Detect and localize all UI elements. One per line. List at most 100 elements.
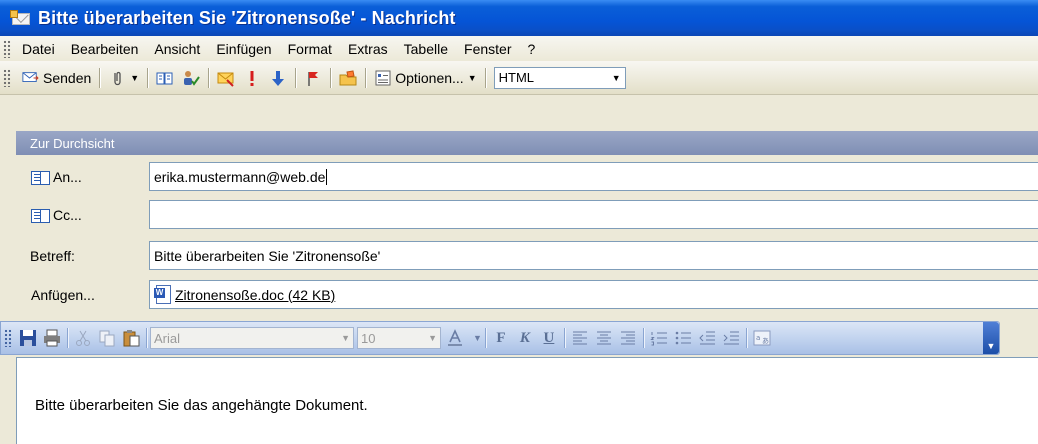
toolbar-grip-icon[interactable] bbox=[4, 329, 12, 347]
address-book-button[interactable] bbox=[152, 66, 178, 90]
language-button[interactable]: aあ bbox=[750, 326, 774, 350]
toolbar-grip-icon[interactable] bbox=[3, 39, 11, 58]
address-book-icon bbox=[31, 170, 50, 185]
check-names-button[interactable] bbox=[178, 66, 204, 90]
align-right-icon bbox=[620, 331, 635, 345]
italic-icon: K bbox=[519, 329, 530, 346]
chevron-down-icon[interactable]: ▼ bbox=[468, 73, 477, 83]
to-button[interactable]: An... bbox=[16, 163, 148, 191]
cut-button[interactable] bbox=[71, 326, 95, 350]
attach-file-button[interactable]: ▼ bbox=[104, 66, 143, 90]
attach-button[interactable]: Anfügen... bbox=[16, 281, 148, 309]
numbering-button[interactable] bbox=[647, 326, 671, 350]
send-button[interactable]: Senden bbox=[15, 66, 95, 90]
importance-high-button[interactable] bbox=[239, 66, 265, 90]
attachment-field: W Zitronensoße.doc (42 KB) bbox=[149, 280, 1038, 309]
menu-einfuegen[interactable]: Einfügen bbox=[209, 39, 278, 59]
to-field[interactable]: erika.mustermann@web.de bbox=[149, 162, 1038, 191]
menu-datei[interactable]: Datei bbox=[15, 39, 62, 59]
paste-button[interactable] bbox=[119, 326, 143, 350]
attachment-link[interactable]: Zitronensoße.doc (42 KB) bbox=[175, 287, 335, 303]
cc-field[interactable] bbox=[149, 200, 1038, 229]
header-spacer bbox=[16, 95, 1038, 131]
menu-extras[interactable]: Extras bbox=[341, 39, 395, 59]
save-button[interactable] bbox=[16, 326, 40, 350]
toolbar-overflow-button[interactable]: ▼ bbox=[983, 322, 999, 354]
follow-up-flag-button[interactable] bbox=[300, 66, 326, 90]
word-document-icon: W bbox=[154, 284, 172, 305]
menu-help[interactable]: ? bbox=[520, 39, 542, 59]
menu-bearbeiten[interactable]: Bearbeiten bbox=[64, 39, 146, 59]
address-book-icon bbox=[31, 208, 50, 223]
chevron-down-icon[interactable]: ▼ bbox=[473, 333, 482, 343]
copy-button[interactable] bbox=[95, 326, 119, 350]
chevron-down-icon[interactable]: ▼ bbox=[428, 333, 437, 343]
toolbar-separator bbox=[484, 328, 486, 348]
font-color-button[interactable] bbox=[441, 326, 469, 350]
mail-envelope-icon bbox=[10, 10, 32, 26]
toolbar-separator bbox=[295, 67, 297, 88]
toolbar-separator bbox=[365, 67, 367, 88]
printer-icon bbox=[44, 329, 60, 347]
check-names-icon bbox=[184, 70, 201, 86]
menu-ansicht[interactable]: Ansicht bbox=[147, 39, 207, 59]
text-cursor bbox=[326, 168, 328, 185]
toolbar-separator bbox=[745, 328, 747, 348]
font-family-select[interactable]: Arial ▼ bbox=[150, 327, 354, 349]
bold-button[interactable]: F bbox=[489, 326, 513, 350]
align-center-button[interactable] bbox=[592, 326, 616, 350]
exclamation-icon bbox=[250, 70, 254, 86]
message-format-select[interactable]: HTML ▼ bbox=[493, 66, 626, 89]
font-size-select[interactable]: 10 ▼ bbox=[357, 327, 441, 349]
numbered-list-icon bbox=[650, 332, 667, 346]
print-button[interactable] bbox=[40, 326, 64, 350]
toolbar-separator bbox=[642, 328, 644, 348]
options-label: Optionen... bbox=[395, 69, 464, 86]
align-left-button[interactable] bbox=[568, 326, 592, 350]
italic-button[interactable]: K bbox=[513, 326, 537, 350]
flag-info-text: Zur Durchsicht bbox=[30, 135, 115, 151]
underline-button[interactable]: U bbox=[537, 326, 561, 350]
font-family-value: Arial bbox=[154, 330, 181, 346]
toolbar-separator bbox=[484, 67, 486, 88]
chevron-down-icon[interactable]: ▼ bbox=[612, 73, 621, 83]
send-label: Senden bbox=[43, 69, 92, 86]
importance-low-button[interactable] bbox=[265, 66, 291, 90]
options-button[interactable]: Optionen... ▼ bbox=[370, 66, 480, 90]
flag-icon bbox=[308, 71, 319, 86]
menu-tabelle[interactable]: Tabelle bbox=[397, 39, 455, 59]
message-body-editor[interactable]: Bitte überarbeiten Sie das angehängte Do… bbox=[16, 357, 1038, 444]
toolbar-grip-icon[interactable] bbox=[3, 68, 11, 87]
font-color-icon bbox=[448, 329, 462, 346]
chevron-down-icon[interactable]: ▼ bbox=[341, 333, 350, 343]
bullets-button[interactable] bbox=[671, 326, 695, 350]
toolbar-separator bbox=[146, 328, 147, 348]
menu-fenster[interactable]: Fenster bbox=[457, 39, 518, 59]
decrease-indent-icon bbox=[699, 331, 715, 345]
chevron-down-icon[interactable]: ▼ bbox=[130, 73, 139, 83]
align-left-icon bbox=[572, 331, 587, 345]
copy-icon bbox=[99, 330, 115, 347]
title-bar: Bitte überarbeiten Sie 'Zitronensoße' - … bbox=[0, 0, 1038, 36]
cc-button[interactable]: Cc... bbox=[16, 201, 148, 229]
standard-toolbar: Senden ▼ Optionen... ▼ HTML ▼ bbox=[0, 61, 1038, 95]
message-format-value: HTML bbox=[498, 70, 535, 85]
align-right-button[interactable] bbox=[616, 326, 640, 350]
to-row: An... erika.mustermann@web.de bbox=[16, 162, 1038, 192]
font-size-value: 10 bbox=[361, 330, 376, 346]
subject-label: Betreff: bbox=[30, 248, 75, 264]
formatting-toolbar: Arial ▼ 10 ▼ ▼ F K U aあ ▼ bbox=[0, 321, 1000, 355]
subject-value: Bitte überarbeiten Sie 'Zitronensoße' bbox=[154, 247, 381, 264]
increase-indent-button[interactable] bbox=[719, 326, 743, 350]
arrow-down-icon bbox=[272, 70, 285, 86]
decrease-indent-button[interactable] bbox=[695, 326, 719, 350]
toolbar-separator bbox=[67, 328, 68, 348]
signature-button[interactable] bbox=[213, 66, 239, 90]
permission-button[interactable] bbox=[335, 66, 361, 90]
left-margin bbox=[0, 95, 16, 321]
increase-indent-icon bbox=[723, 331, 739, 345]
folder-envelope-icon bbox=[339, 69, 357, 85]
window-title: Bitte überarbeiten Sie 'Zitronensoße' - … bbox=[38, 7, 456, 28]
subject-field[interactable]: Bitte überarbeiten Sie 'Zitronensoße' bbox=[149, 241, 1038, 270]
menu-format[interactable]: Format bbox=[281, 39, 339, 59]
